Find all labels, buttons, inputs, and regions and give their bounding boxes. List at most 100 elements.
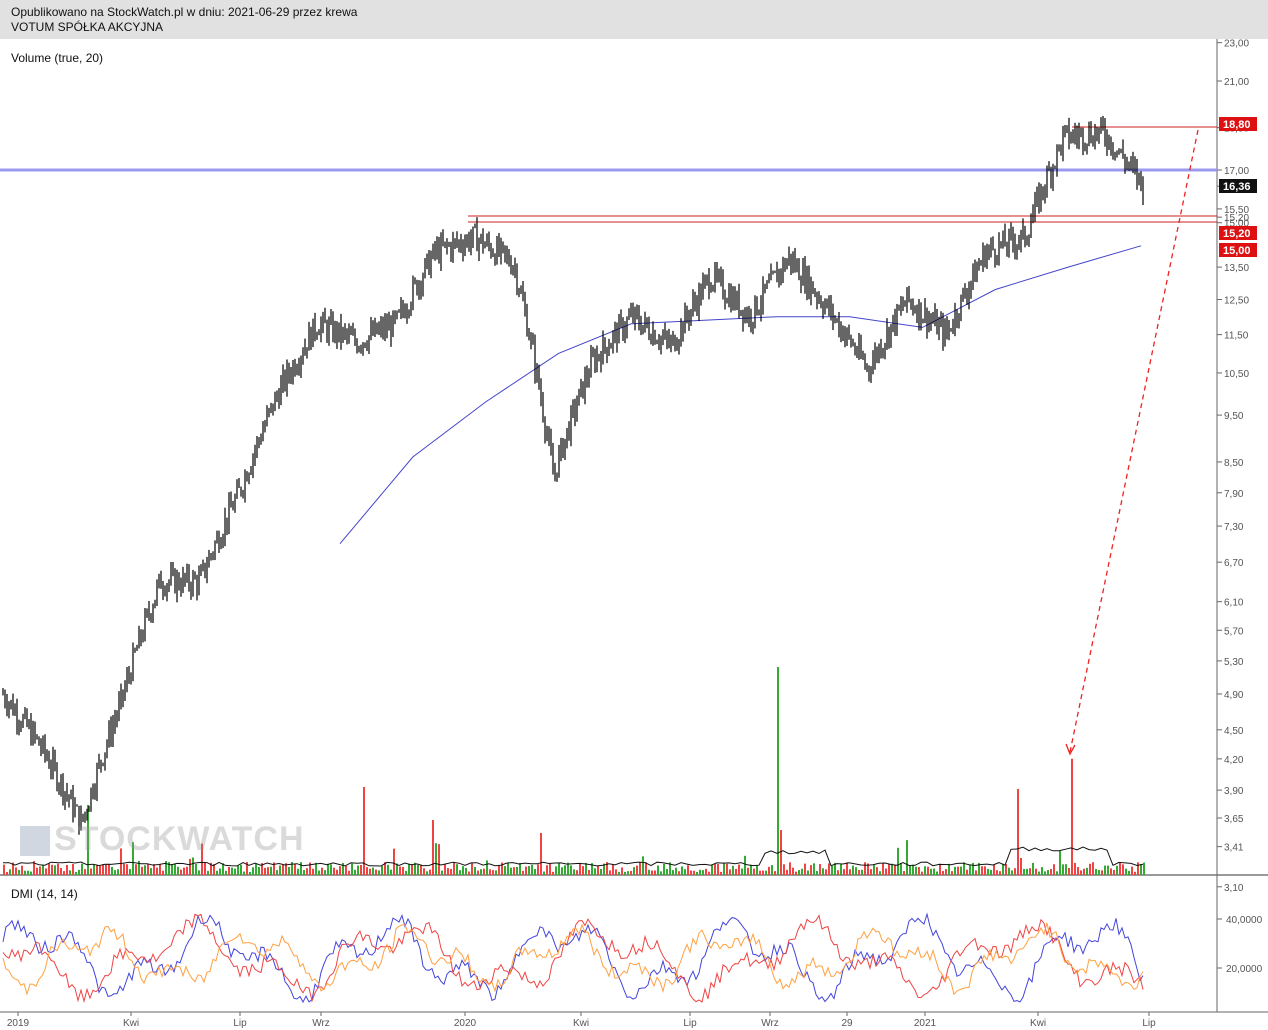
volume-bar [891, 863, 893, 875]
volume-bar [903, 871, 905, 875]
volume-bar [1023, 868, 1025, 875]
volume-bar [825, 869, 827, 875]
volume-bar [726, 863, 728, 875]
volume-bar [528, 866, 530, 875]
volume-bar [267, 867, 269, 875]
volume-bar [288, 867, 290, 875]
volume-bar [315, 862, 317, 875]
volume-bar [693, 870, 695, 875]
volume-bar [897, 847, 899, 875]
volume-bar [282, 864, 284, 875]
volume-bar [516, 867, 518, 875]
volume-bar [858, 869, 860, 875]
volume-bar [1122, 864, 1124, 875]
volume-bar [792, 867, 794, 875]
volume-bar [690, 870, 692, 875]
volume-bar [81, 863, 83, 875]
price-tick-label: 10,50 [1224, 369, 1249, 380]
volume-bar [951, 871, 953, 875]
volume-bar [480, 869, 482, 875]
volume-bar [1077, 867, 1079, 875]
time-tick-label: 29 [841, 1018, 853, 1029]
volume-bar [279, 865, 281, 875]
volume-bar [6, 871, 8, 875]
volume-bar [1050, 869, 1052, 875]
volume-bar [240, 864, 242, 875]
volume-bar [75, 871, 77, 875]
volume-bar [927, 866, 929, 875]
volume-bar [513, 867, 515, 875]
volume-bar [177, 866, 179, 875]
volume-bar [714, 863, 716, 875]
volume-bar [114, 870, 116, 875]
volume-bar [357, 865, 359, 875]
volume-bar [585, 862, 587, 875]
volume-bar [1014, 868, 1016, 875]
volume-bar [372, 867, 374, 875]
volume-bar [963, 862, 965, 875]
volume-bar [492, 870, 494, 875]
volume-bar [747, 867, 749, 875]
volume-bar [612, 864, 614, 875]
volume-bar [732, 865, 734, 875]
volume-bar [258, 866, 260, 875]
volume-bar [990, 869, 992, 875]
volume-bar [207, 870, 209, 875]
volume-bar [468, 871, 470, 875]
volume-bar [123, 863, 125, 875]
price-tick-label: 3,41 [1224, 843, 1244, 854]
volume-bar [741, 868, 743, 875]
volume-bar [471, 862, 473, 875]
volume-bar [1032, 862, 1034, 875]
volume-bar [129, 869, 131, 875]
volume-bar [495, 870, 497, 875]
volume-bar [765, 870, 767, 875]
dmi-minus-line [2, 913, 1144, 1004]
volume-bar [996, 870, 998, 875]
price-bars [2, 115, 1144, 835]
price-tick-label: 5,70 [1224, 626, 1244, 637]
volume-bar [807, 870, 809, 875]
volume-bar [870, 869, 872, 875]
volume-bar [1086, 867, 1088, 875]
volume-bar [864, 862, 866, 875]
price-tick-label: 23,00 [1224, 39, 1249, 50]
volume-bar [711, 864, 713, 875]
volume-bar [1020, 858, 1022, 875]
volume-bar [762, 870, 764, 875]
price-chart[interactable]: Volume (true, 20) DMI (14, 14) 23,00 21,0… [0, 0, 1268, 1030]
volume-bar [387, 864, 389, 875]
volume-bar [336, 869, 338, 875]
volume-bar [234, 868, 236, 875]
price-tick-label: 3,65 [1224, 814, 1244, 825]
volume-bar [1134, 871, 1136, 875]
volume-bar [552, 871, 554, 875]
price-tick-label: 13,50 [1224, 263, 1249, 274]
volume-bar [1059, 851, 1061, 875]
time-tick-label: Kwi [573, 1018, 589, 1029]
volume-bar [1029, 868, 1031, 875]
volume-bar [912, 864, 914, 875]
time-tick-label: 2020 [454, 1018, 477, 1029]
volume-bar [162, 870, 164, 875]
volume-bar [507, 862, 509, 875]
volume-bar [9, 869, 11, 875]
volume-bar [804, 863, 806, 875]
volume-bar [294, 863, 296, 875]
volume-bar [60, 867, 62, 875]
volume-bar [195, 863, 197, 875]
volume-bar [117, 869, 119, 875]
volume-bar [270, 866, 272, 875]
volume-bar [216, 870, 218, 875]
volume-bar [93, 864, 95, 875]
volume-bar [573, 869, 575, 875]
volume-bar [594, 868, 596, 875]
volume-bar [429, 869, 431, 875]
volume-bar [1035, 868, 1037, 875]
volume-bar [849, 869, 851, 875]
volume-bar [999, 871, 1001, 875]
volume-bar [561, 867, 563, 875]
volume-bar [666, 869, 668, 875]
volume-bar [330, 864, 332, 875]
price-tick-label: 3,10 [1224, 883, 1244, 894]
